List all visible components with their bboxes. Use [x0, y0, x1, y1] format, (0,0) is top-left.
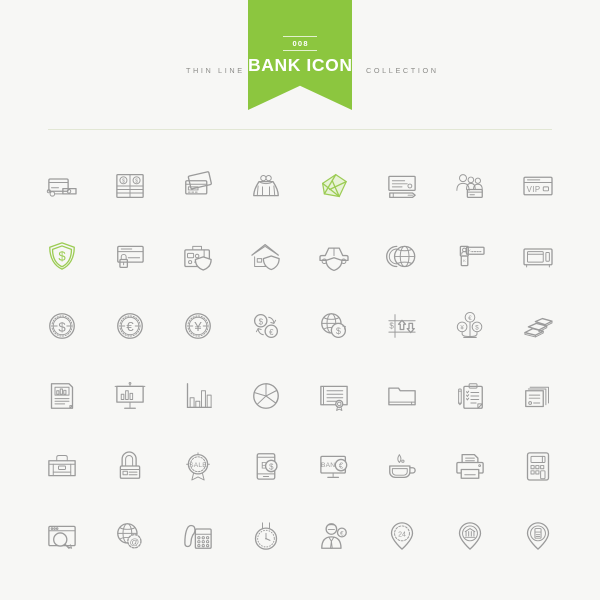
svg-text:$: $ [389, 322, 394, 331]
svg-text:$: $ [269, 463, 274, 472]
office-phone-icon[interactable] [164, 502, 232, 570]
svg-text:€: € [126, 319, 134, 334]
car-insurance-icon[interactable] [300, 222, 368, 290]
bank-location-pin-icon[interactable] [436, 502, 504, 570]
svg-text:€: € [269, 328, 274, 337]
svg-text:$: $ [475, 325, 479, 332]
calculator-icon[interactable] [504, 432, 572, 500]
banknote-stack-icon[interactable]: $ $ [96, 152, 164, 220]
svg-text:24: 24 [398, 531, 406, 538]
svg-text:$: $ [135, 179, 138, 185]
clipboard-checklist-icon[interactable] [436, 362, 504, 430]
label-collection: COLLECTION [366, 66, 439, 75]
header-divider [48, 129, 552, 130]
diamond-gem-icon[interactable] [300, 152, 368, 220]
svg-text:@: @ [129, 537, 139, 548]
icon-grid: $ $ VIP $ K K $ € ¥ $ € $ $ € ¥ $ SALE B… [0, 152, 600, 570]
bank-staff-icon[interactable] [436, 152, 504, 220]
euro-coin-icon[interactable]: € [96, 292, 164, 360]
card-payment-terminal-icon[interactable] [28, 152, 96, 220]
travel-insurance-icon[interactable] [164, 222, 232, 290]
svg-text:K: K [463, 258, 466, 263]
svg-text:$: $ [336, 326, 341, 336]
coffee-cup-icon[interactable] [368, 432, 436, 500]
wall-clock-icon[interactable] [232, 502, 300, 570]
cheque-pen-icon[interactable] [368, 152, 436, 220]
ribbon-banner: 008 BANK ICONS [248, 0, 352, 110]
svg-text:€: € [339, 462, 344, 471]
bank-consultant-icon[interactable]: € [300, 502, 368, 570]
svg-text:$: $ [259, 317, 264, 326]
ribbon-number: 008 [292, 38, 309, 48]
sale-badge-icon[interactable]: SALE [164, 432, 232, 500]
svg-text:€: € [468, 315, 472, 322]
vip-card-icon[interactable]: VIP [504, 152, 572, 220]
ribbon-number-block: 008 [248, 36, 352, 51]
briefcase-icon[interactable] [28, 432, 96, 500]
label-thin-line: THIN LINE [186, 66, 245, 75]
svg-text:SALE: SALE [189, 462, 207, 469]
browser-search-icon[interactable] [28, 502, 96, 570]
card-lock-icon[interactable] [96, 222, 164, 290]
svg-text:$: $ [58, 319, 66, 334]
global-email-icon[interactable]: @ [96, 502, 164, 570]
ribbon-rule-bottom [283, 50, 317, 51]
credit-cards-icon[interactable] [164, 152, 232, 220]
security-keycard-icon[interactable]: K K [436, 222, 504, 290]
24h-location-pin-icon[interactable]: 24 [368, 502, 436, 570]
mobile-banking-icon[interactable]: B $ [232, 432, 300, 500]
currency-exchange-icon[interactable]: $ € [232, 292, 300, 360]
home-insurance-icon[interactable] [232, 222, 300, 290]
svg-text:€: € [340, 531, 344, 538]
folder-icon[interactable] [368, 362, 436, 430]
page-header: 008 BANK ICONS THIN LINE COLLECTION [0, 0, 600, 132]
money-tree-icon[interactable]: € ¥ $ [436, 292, 504, 360]
global-currency-icon[interactable]: $ [300, 292, 368, 360]
svg-text:$: $ [58, 248, 66, 263]
safe-box-icon[interactable] [504, 222, 572, 290]
svg-text:$: $ [122, 179, 125, 185]
bar-chart-icon[interactable] [164, 362, 232, 430]
dollar-shield-icon[interactable]: $ [28, 222, 96, 290]
online-banking-icon[interactable]: BANK € [300, 432, 368, 500]
financial-report-icon[interactable] [28, 362, 96, 430]
svg-text:VIP: VIP [527, 185, 541, 194]
vault-door-icon[interactable] [368, 222, 436, 290]
yen-coin-icon[interactable]: ¥ [164, 292, 232, 360]
documents-stack-icon[interactable] [504, 362, 572, 430]
money-purse-icon[interactable] [232, 152, 300, 220]
card-padlock-icon[interactable] [96, 432, 164, 500]
page-title: BANK ICONS [248, 55, 365, 75]
gold-bars-icon[interactable] [504, 292, 572, 360]
svg-text:¥: ¥ [460, 325, 464, 332]
atm-location-pin-icon[interactable] [504, 502, 572, 570]
certificate-icon[interactable] [300, 362, 368, 430]
exchange-rate-chart-icon[interactable]: $ [368, 292, 436, 360]
dollar-coin-icon[interactable]: $ [28, 292, 96, 360]
svg-text:¥: ¥ [193, 319, 202, 334]
printer-icon[interactable] [436, 432, 504, 500]
pie-chart-icon[interactable] [232, 362, 300, 430]
presentation-board-icon[interactable] [96, 362, 164, 430]
